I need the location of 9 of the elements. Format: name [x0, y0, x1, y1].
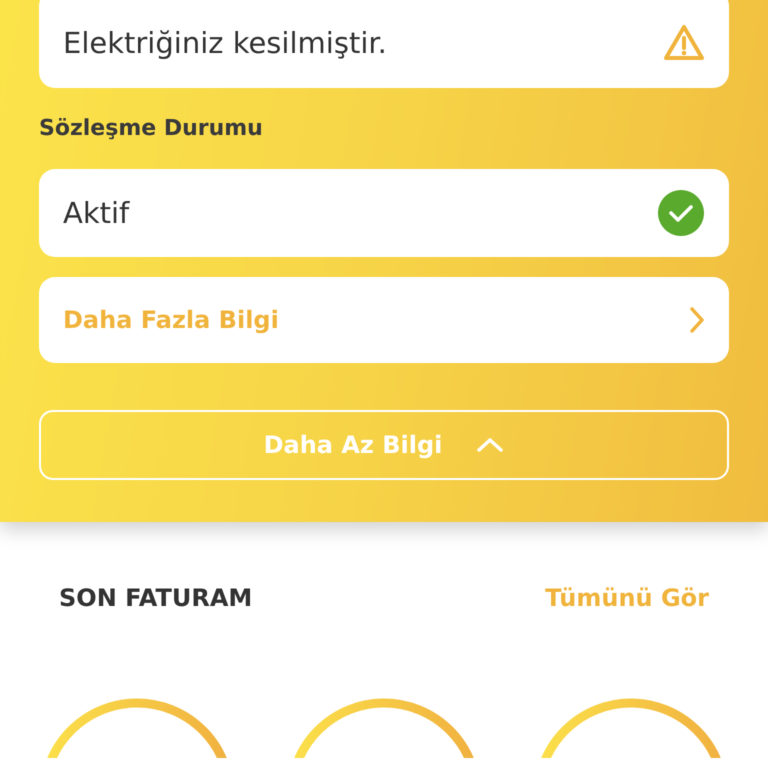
warning-icon	[663, 24, 705, 62]
section-title: SON FATURAM	[59, 584, 252, 612]
less-info-button[interactable]: Daha Az Bilgi	[39, 410, 729, 480]
section-label: Sözleşme Durumu	[39, 116, 264, 141]
outage-message: Elektriğiniz kesilmiştir.	[63, 26, 387, 60]
contract-status: Aktif	[63, 196, 130, 230]
chevron-right-icon	[689, 306, 705, 334]
see-all-link[interactable]: Tümünü Gör	[545, 584, 709, 612]
more-info-link[interactable]: Daha Fazla Bilgi	[39, 277, 729, 363]
